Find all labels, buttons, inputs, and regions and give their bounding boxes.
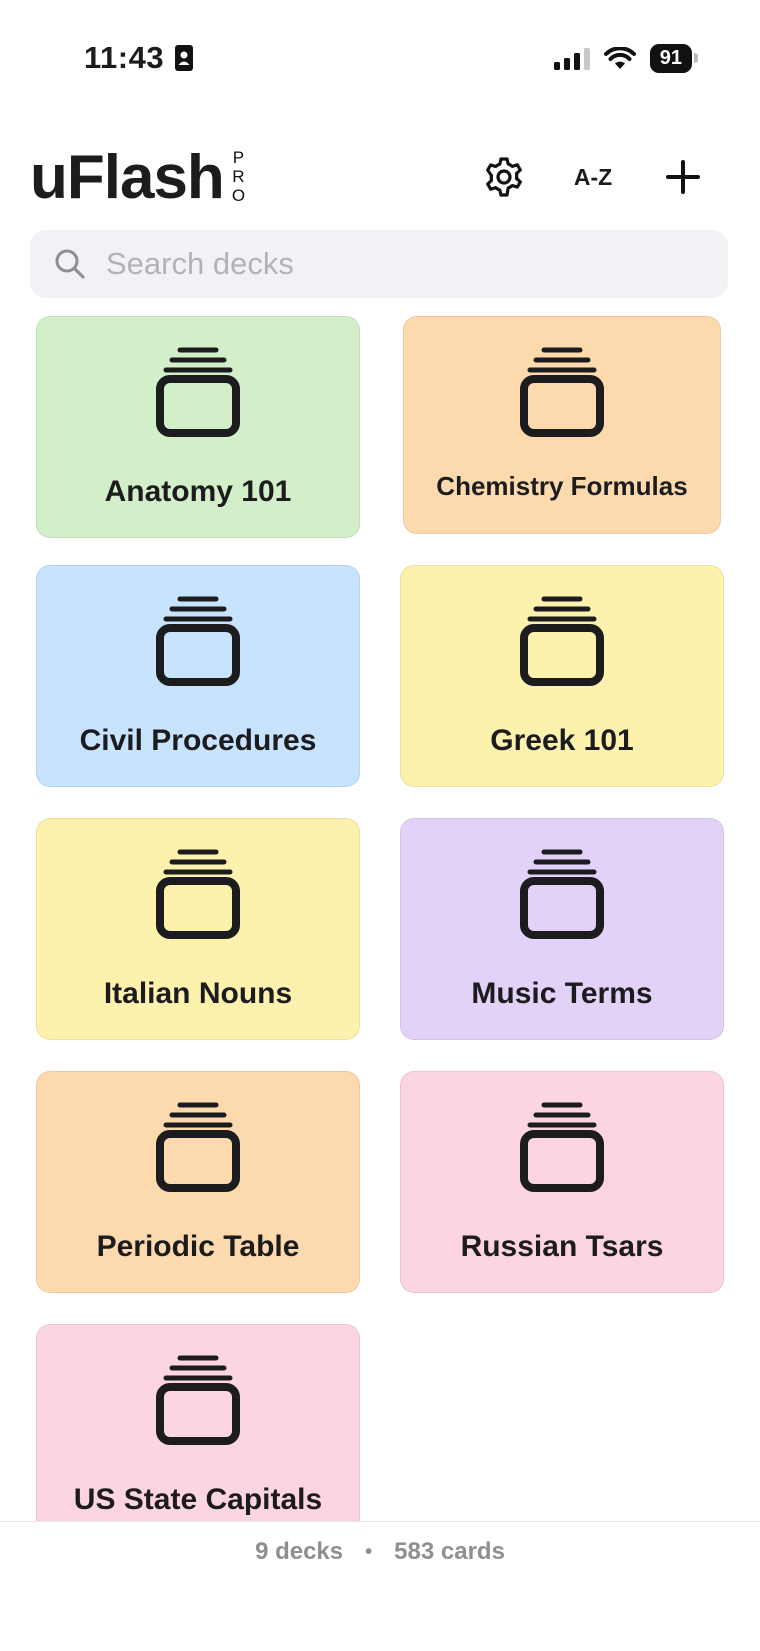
deck-card[interactable]: Italian Nouns [36, 818, 360, 1040]
add-deck-button[interactable] [658, 152, 708, 202]
settings-button[interactable] [478, 152, 530, 202]
app-title: uFlash [30, 143, 225, 212]
deck-grid: Anatomy 101 Chemistry Formulas Civil Pro… [0, 312, 760, 1522]
deck-label: US State Capitals [73, 1483, 323, 1516]
status-time-text: 11:43 [84, 40, 165, 75]
card-stack-icon [156, 1355, 240, 1445]
deck-card[interactable]: Greek 101 [400, 565, 724, 787]
sort-az-button[interactable]: A-Z [566, 152, 620, 202]
deck-card[interactable]: Chemistry Formulas [403, 316, 721, 534]
wifi-icon [603, 46, 636, 69]
deck-label: Greek 101 [490, 724, 634, 757]
deck-card[interactable]: Music Terms [400, 818, 724, 1040]
footer-summary: 9 decks • 583 cards [0, 1521, 760, 1582]
deck-label: Anatomy 101 [104, 475, 292, 508]
deck-card[interactable]: Civil Procedures [36, 565, 360, 787]
contact-card-icon [175, 45, 194, 71]
card-count: 583 cards [394, 1538, 505, 1565]
search-icon [55, 249, 85, 279]
gear-icon [486, 157, 522, 197]
deck-card[interactable]: US State Capitals [36, 1324, 360, 1522]
pro-badge-letter: R [232, 167, 245, 186]
pro-badge: P R O [232, 148, 245, 205]
card-stack-icon [156, 1102, 240, 1192]
card-stack-icon [156, 849, 240, 939]
deck-label: Italian Nouns [103, 977, 293, 1010]
battery-indicator: 91 [649, 44, 699, 73]
card-stack-icon [156, 347, 240, 437]
card-stack-icon [520, 849, 604, 939]
search-bar[interactable] [30, 230, 728, 298]
plus-icon [666, 160, 700, 194]
deck-card[interactable]: Periodic Table [36, 1071, 360, 1293]
deck-label: Music Terms [471, 977, 653, 1010]
status-indicators: 91 [553, 44, 699, 73]
deck-label: Chemistry Formulas [436, 471, 688, 501]
separator-dot: • [365, 1540, 373, 1563]
deck-card[interactable]: Russian Tsars [400, 1071, 724, 1293]
app-logo: uFlash P R O [30, 142, 245, 214]
card-stack-icon [520, 347, 604, 437]
deck-count: 9 decks [255, 1538, 344, 1565]
card-stack-icon [520, 596, 604, 686]
deck-card[interactable]: Anatomy 101 [36, 316, 360, 538]
deck-label: Russian Tsars [460, 1230, 664, 1263]
pro-badge-letter: P [232, 148, 245, 167]
card-stack-icon [520, 1102, 604, 1192]
deck-label: Civil Procedures [79, 724, 317, 757]
search-input[interactable] [104, 245, 668, 283]
card-stack-icon [156, 596, 240, 686]
pro-badge-letter: O [231, 186, 246, 205]
cellular-signal-icon [553, 47, 590, 70]
deck-label: Periodic Table [96, 1230, 300, 1263]
status-time: 11:43 [84, 40, 194, 76]
